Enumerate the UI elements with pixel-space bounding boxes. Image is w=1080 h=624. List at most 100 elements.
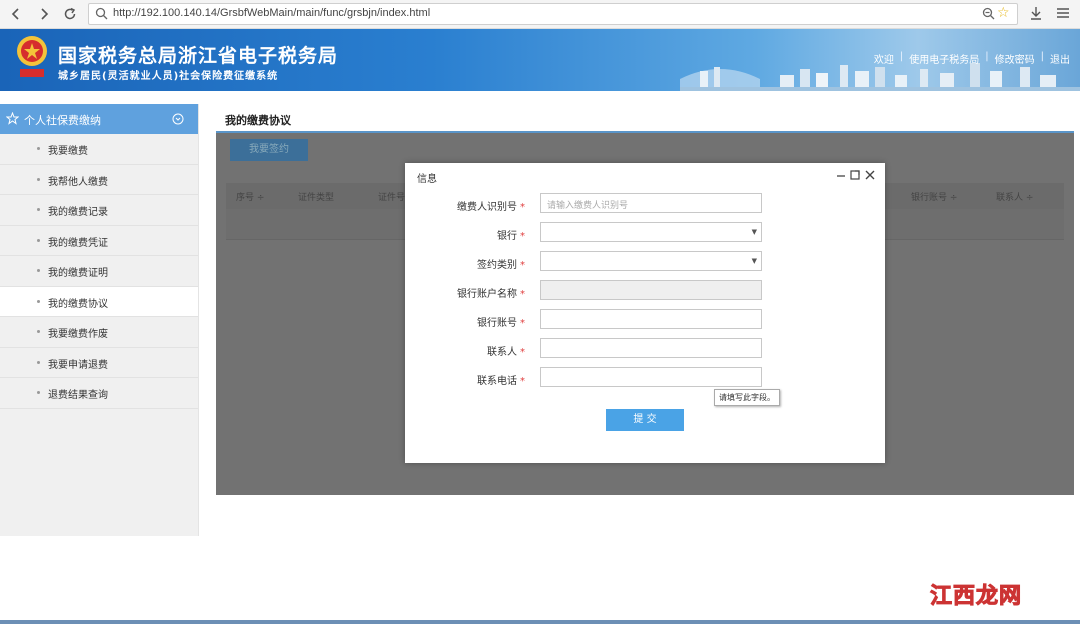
- validation-tooltip: 请填写此字段。: [714, 389, 780, 406]
- header-links: 欢迎 | 使用电子税务局 | 修改密码 | 退出: [873, 51, 1070, 66]
- field-label-text: 银行账号: [477, 318, 517, 329]
- form-row: 银行账户名称 *: [405, 280, 885, 302]
- field-label-text: 联系电话: [477, 376, 517, 387]
- logout-link[interactable]: 退出: [1050, 51, 1070, 66]
- reload-icon[interactable]: [60, 4, 80, 24]
- watermark-text: 江西龙网: [929, 584, 1023, 610]
- use-etax-link[interactable]: 使用电子税务局: [909, 51, 979, 66]
- field-label: 银行账户名称 *: [457, 285, 525, 300]
- sidebar-item[interactable]: 我要申请退费: [0, 348, 198, 378]
- field-label: 银行 *: [497, 227, 525, 242]
- form-row: 联系电话 *: [405, 367, 885, 389]
- bullet-icon: [37, 238, 40, 242]
- page-title: 我的缴费协议: [225, 114, 291, 127]
- form-row: 银行 * ▼: [405, 222, 885, 244]
- dialog-title: 信息: [417, 174, 437, 185]
- field-input[interactable]: [540, 367, 762, 387]
- back-icon[interactable]: [6, 4, 26, 24]
- field-label-text: 缴费人识别号: [457, 202, 517, 213]
- minimize-icon[interactable]: [835, 169, 847, 181]
- form-row: 银行账号 *: [405, 309, 885, 331]
- bottom-border: [0, 620, 1080, 624]
- watermark-logo: 江西龙网: [929, 578, 1023, 610]
- bullet-icon: [37, 330, 40, 333]
- sidebar-item-label: 我的缴费记录: [48, 207, 108, 218]
- sidebar-item[interactable]: 我要缴费作废: [0, 317, 198, 348]
- sidebar-item-label: 我帮他人缴费: [48, 176, 108, 188]
- sidebar-item[interactable]: 我的缴费协议: [0, 286, 198, 317]
- sidebar-section-label: 个人社保费缴纳: [24, 114, 101, 127]
- field-select[interactable]: ▼: [540, 251, 762, 271]
- download-icon[interactable]: [1028, 5, 1044, 21]
- address-bar[interactable]: http://192.100.140.14/GrsbfWebMain/main/…: [88, 3, 1018, 25]
- required-mark: *: [520, 318, 525, 329]
- sidebar-item[interactable]: 退费结果查询: [0, 378, 198, 409]
- zoom-icon[interactable]: [982, 7, 995, 20]
- menu-icon[interactable]: [1055, 5, 1071, 21]
- bullet-icon: [37, 269, 40, 272]
- col-id-number: 证件号: [378, 193, 406, 203]
- site-title: 国家税务总局浙江省电子税务局: [58, 45, 339, 67]
- sidebar-item-label: 我要申请退费: [48, 359, 108, 371]
- sidebar-item[interactable]: 我的缴费证明: [0, 256, 198, 287]
- sidebar-menu: 我要缴费我帮他人缴费 我的缴费记录我的缴费凭证我的缴费证明 我的缴费协议 我要缴费作废…: [0, 134, 198, 409]
- browser-toolbar: http://192.100.140.14/GrsbfWebMain/main/…: [0, 0, 1080, 29]
- star-icon: [6, 112, 19, 125]
- sidebar-item[interactable]: 我要缴费: [0, 134, 198, 165]
- required-mark: *: [520, 289, 525, 300]
- sidebar-item-label: 我要缴费: [48, 146, 88, 157]
- info-dialog: 信息 缴费人识别号 * 请输入缴费人识别号 银行 * ▼ 签约类别 * ▼ 银行账户名称 * 银行账号…: [405, 163, 885, 463]
- field-placeholder: 请输入缴费人识别号: [547, 201, 629, 211]
- chevron-down-icon: ▼: [751, 257, 757, 265]
- field-label: 缴费人识别号 *: [457, 198, 525, 213]
- change-password-link[interactable]: 修改密码: [995, 51, 1035, 66]
- col-index[interactable]: 序号 ÷: [236, 190, 264, 203]
- sidebar-item-label: 我的缴费证明: [48, 268, 108, 279]
- col-id-type: 证件类型: [298, 193, 335, 203]
- submit-button[interactable]: 提 交: [606, 409, 684, 431]
- site-header: 国家税务总局浙江省电子税务局 城乡居民(灵活就业人员)社会保险费征缴系统 欢迎 …: [0, 29, 1080, 91]
- sidebar-item-label: 退费结果查询: [48, 390, 108, 401]
- form-row: 签约类别 * ▼: [405, 251, 885, 273]
- sidebar-section-header[interactable]: 个人社保费缴纳: [0, 104, 198, 134]
- sidebar-item-label: 我的缴费协议: [48, 298, 108, 310]
- field-label-text: 银行: [497, 231, 517, 242]
- col-contact[interactable]: 联系人 ÷: [996, 190, 1033, 203]
- field-label-text: 银行账户名称: [457, 289, 517, 300]
- sidebar-item[interactable]: 我帮他人缴费: [0, 165, 198, 195]
- url-text: http://192.100.140.14/GrsbfWebMain/main/…: [113, 7, 431, 19]
- field-label-text: 联系人: [487, 347, 517, 358]
- bullet-icon: [37, 147, 40, 150]
- bookmark-star-icon[interactable]: ☆: [997, 6, 1012, 21]
- field-label: 联系人 *: [487, 343, 525, 358]
- site-subtitle: 城乡居民(灵活就业人员)社会保险费征缴系统: [58, 71, 279, 82]
- maximize-icon[interactable]: [849, 169, 861, 181]
- required-mark: *: [520, 231, 525, 242]
- sidebar: 个人社保费缴纳 我要缴费我帮他人缴费 我的缴费记录我的缴费凭证我的缴费证明 我的缴费…: [0, 104, 199, 536]
- bullet-icon: [37, 391, 40, 394]
- required-mark: *: [520, 347, 525, 358]
- field-label-text: 签约类别: [477, 260, 517, 271]
- field-input[interactable]: [540, 309, 762, 329]
- col-bank-account[interactable]: 银行账号 ÷: [911, 190, 957, 203]
- required-mark: *: [520, 260, 525, 271]
- field-label: 签约类别 *: [477, 256, 525, 271]
- field-select[interactable]: ▼: [540, 222, 762, 242]
- sidebar-item-label: 我要缴费作废: [48, 329, 108, 340]
- sign-agreement-button[interactable]: 我要签约: [230, 139, 308, 161]
- forward-icon[interactable]: [34, 4, 54, 24]
- field-input[interactable]: 请输入缴费人识别号: [540, 193, 762, 213]
- search-icon: [95, 7, 108, 20]
- sidebar-item[interactable]: 我的缴费记录: [0, 195, 198, 226]
- field-input[interactable]: [540, 338, 762, 358]
- chevron-down-icon: ▼: [751, 228, 757, 236]
- sidebar-item[interactable]: 我的缴费凭证: [0, 226, 198, 256]
- welcome-text: 欢迎: [873, 55, 894, 66]
- bullet-icon: [37, 360, 40, 364]
- collapse-icon[interactable]: [172, 113, 184, 125]
- bullet-icon: [37, 299, 40, 303]
- close-icon[interactable]: [864, 169, 876, 181]
- required-mark: *: [520, 202, 525, 213]
- required-mark: *: [520, 376, 525, 387]
- tax-emblem-icon: [17, 36, 47, 77]
